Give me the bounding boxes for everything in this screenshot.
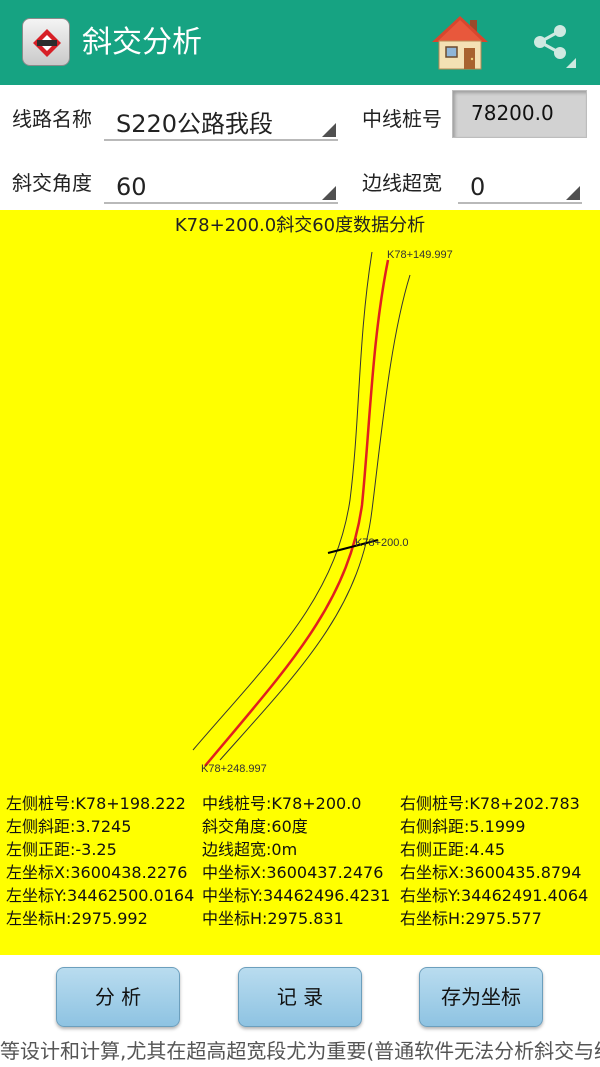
left-coord-h: 左坐标H:2975.992 [6, 909, 148, 928]
widen-dropdown[interactable]: 0 [458, 168, 582, 204]
center-station-label: K78+200.0 [355, 537, 409, 549]
app-title: 斜交分析 [82, 25, 202, 60]
app-logo-icon [22, 18, 70, 66]
dropdown-arrow-icon [322, 123, 336, 137]
dropdown-arrow-icon [322, 186, 336, 200]
scrolling-description: 等设计和计算,尤其在超高超宽段尤为重要(普通软件无法分析斜交与结 [0, 1039, 600, 1063]
analysis-canvas: K78+200.0斜交60度数据分析 K78+149.997 K78+200.0… [0, 210, 600, 955]
route-name-value: S220公路我段 [116, 110, 274, 138]
widen-label: 边线超宽 [362, 171, 442, 195]
left-coord-y: 左坐标Y:34462500.0164 [6, 886, 195, 905]
right-normal-distance: 右侧正距:4.45 [400, 840, 506, 859]
dropdown-arrow-icon [566, 186, 580, 200]
station-label: 中线桩号 [362, 107, 442, 131]
angle-label: 斜交角度 [12, 171, 92, 195]
left-normal-distance: 左侧正距:-3.25 [6, 840, 117, 859]
left-skew-distance: 左侧斜距:3.7245 [6, 817, 132, 836]
analyze-button[interactable]: 分 析 [56, 967, 180, 1027]
route-name-dropdown[interactable]: S220公路我段 [104, 105, 338, 141]
center-skew-angle: 斜交角度:60度 [202, 817, 308, 836]
road-right-edge [219, 274, 411, 761]
angle-value: 60 [116, 173, 147, 201]
share-icon[interactable] [528, 22, 578, 68]
left-station: 左侧桩号:K78+198.222 [6, 794, 186, 813]
left-coord-x: 左坐标X:3600438.2276 [6, 863, 188, 882]
right-coord-y: 右坐标Y:34462491.4064 [400, 886, 589, 905]
road-drawing: K78+149.997 K78+200.0 K78+248.997 [192, 249, 453, 775]
road-left-edge [192, 251, 373, 751]
station-input[interactable]: 78200.0 [452, 90, 587, 138]
road-centerline [204, 259, 390, 767]
center-coord-x: 中坐标X:3600437.2476 [202, 863, 384, 882]
home-icon[interactable] [430, 14, 490, 72]
input-form: 线路名称 S220公路我段 中线桩号 78200.0 斜交角度 60 边线超宽 … [0, 85, 600, 210]
widen-value: 0 [470, 173, 486, 201]
center-station: 中线桩号:K78+200.0 [202, 794, 362, 813]
angle-dropdown[interactable]: 60 [104, 168, 338, 204]
start-station-label: K78+149.997 [387, 249, 453, 261]
center-coord-y: 中坐标Y:34462496.4231 [202, 886, 391, 905]
right-station: 右侧桩号:K78+202.783 [400, 794, 580, 813]
right-coord-x: 右坐标X:3600435.8794 [400, 863, 582, 882]
save-as-coords-button[interactable]: 存为坐标 [419, 967, 543, 1027]
end-station-label: K78+248.997 [201, 763, 267, 775]
center-coord-h: 中坐标H:2975.831 [202, 909, 344, 928]
route-name-label: 线路名称 [12, 107, 92, 131]
right-coord-h: 右坐标H:2975.577 [400, 909, 542, 928]
center-widening: 边线超宽:0m [202, 840, 298, 859]
right-skew-distance: 右侧斜距:5.1999 [400, 817, 526, 836]
app-header: 斜交分析 [0, 0, 600, 85]
bottom-bar: 分 析 记 录 存为坐标 等设计和计算,尤其在超高超宽段尤为重要(普通软件无法分… [0, 955, 600, 1067]
record-button[interactable]: 记 录 [238, 967, 362, 1027]
